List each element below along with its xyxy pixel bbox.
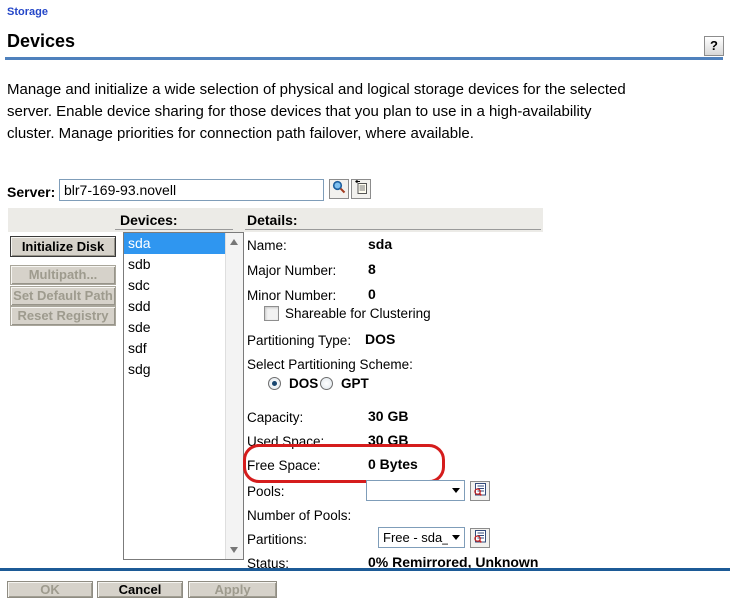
title-divider bbox=[5, 57, 723, 60]
browse-list-icon bbox=[473, 482, 487, 501]
scheme-label: Select Partitioning Scheme: bbox=[247, 357, 413, 372]
pools-label: Pools: bbox=[247, 484, 285, 499]
page-title: Devices bbox=[7, 31, 75, 52]
free-space-annotation-circle bbox=[243, 444, 445, 483]
page-description: Manage and initialize a wide selection o… bbox=[7, 79, 639, 145]
details-header-underline bbox=[245, 229, 541, 230]
dropdown-arrow-icon bbox=[452, 488, 460, 493]
devices-header-underline bbox=[115, 229, 233, 230]
partitioning-type-label: Partitioning Type: bbox=[247, 333, 351, 348]
multipath-button[interactable]: Multipath... bbox=[10, 265, 116, 285]
major-number-label: Major Number: bbox=[247, 263, 336, 278]
initialize-disk-button[interactable]: Initialize Disk bbox=[10, 236, 116, 257]
list-item[interactable]: sda bbox=[124, 233, 226, 254]
device-list: sda sdb sdc sdd sde sdf sdg bbox=[124, 233, 226, 559]
browse-list-icon bbox=[473, 529, 487, 548]
details-column-header: Details: bbox=[247, 212, 298, 228]
number-of-pools-label: Number of Pools: bbox=[247, 508, 351, 523]
major-number-value: 8 bbox=[368, 261, 376, 277]
shareable-label: Shareable for Clustering bbox=[285, 306, 431, 321]
magnifier-icon bbox=[332, 180, 346, 199]
scroll-up-icon[interactable] bbox=[230, 239, 238, 245]
list-item[interactable]: sdg bbox=[124, 359, 226, 380]
list-item[interactable]: sdf bbox=[124, 338, 226, 359]
object-selector-button[interactable] bbox=[329, 179, 349, 199]
list-item[interactable]: sdc bbox=[124, 275, 226, 296]
list-item[interactable]: sde bbox=[124, 317, 226, 338]
history-doc-icon bbox=[354, 180, 368, 199]
name-label: Name: bbox=[247, 238, 287, 253]
footer-divider bbox=[0, 568, 730, 571]
storage-devices-page: Storage Devices ? Manage and initialize … bbox=[0, 0, 730, 603]
capacity-value: 30 GB bbox=[368, 408, 408, 424]
server-label: Server: bbox=[7, 184, 55, 200]
object-history-button[interactable] bbox=[351, 179, 371, 199]
reset-registry-button[interactable]: Reset Registry bbox=[10, 306, 116, 326]
devices-column-header: Devices: bbox=[120, 212, 178, 228]
minor-number-value: 0 bbox=[368, 286, 376, 302]
ok-button[interactable]: OK bbox=[7, 581, 93, 598]
list-item[interactable]: sdd bbox=[124, 296, 226, 317]
partitioning-type-value: DOS bbox=[365, 331, 395, 347]
list-item[interactable]: sdb bbox=[124, 254, 226, 275]
breadcrumb-storage-link[interactable]: Storage bbox=[7, 6, 48, 18]
pools-browse-button[interactable] bbox=[470, 481, 490, 501]
pools-dropdown[interactable] bbox=[366, 480, 465, 501]
dos-radio[interactable] bbox=[268, 377, 281, 390]
shareable-checkbox[interactable] bbox=[264, 306, 279, 321]
name-value: sda bbox=[368, 236, 392, 252]
device-listbox: sda sdb sdc sdd sde sdf sdg bbox=[123, 232, 244, 560]
partitions-label: Partitions: bbox=[247, 532, 307, 547]
scroll-down-icon[interactable] bbox=[230, 547, 238, 553]
cancel-button[interactable]: Cancel bbox=[97, 581, 183, 598]
partitions-browse-button[interactable] bbox=[470, 528, 490, 548]
partitions-dropdown[interactable]: Free - sda_fr bbox=[378, 527, 465, 548]
partitions-dropdown-value: Free - sda_fr bbox=[379, 530, 448, 545]
list-scrollbar[interactable] bbox=[225, 233, 243, 559]
gpt-radio[interactable] bbox=[320, 377, 333, 390]
capacity-label: Capacity: bbox=[247, 410, 303, 425]
apply-button[interactable]: Apply bbox=[188, 581, 277, 598]
gpt-radio-label: GPT bbox=[341, 376, 369, 391]
help-button[interactable]: ? bbox=[704, 36, 724, 56]
set-default-path-button[interactable]: Set Default Path bbox=[10, 286, 116, 306]
dos-radio-label: DOS bbox=[289, 376, 318, 391]
dropdown-arrow-icon bbox=[452, 535, 460, 540]
minor-number-label: Minor Number: bbox=[247, 288, 336, 303]
server-input[interactable] bbox=[59, 179, 324, 201]
